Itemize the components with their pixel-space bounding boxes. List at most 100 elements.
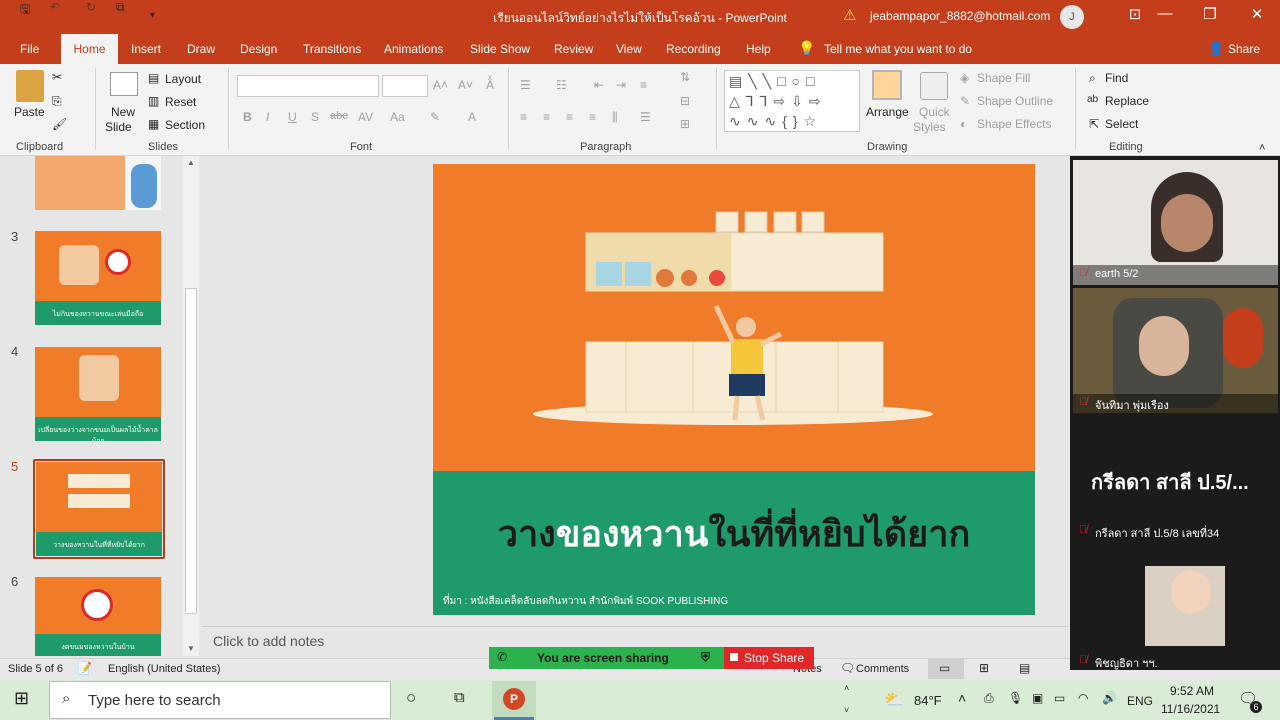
tab-insert[interactable]: Insert bbox=[131, 42, 161, 56]
temperature-text[interactable]: 84°F bbox=[914, 693, 942, 708]
battery-icon[interactable]: ▭ bbox=[1054, 691, 1065, 705]
reading-view-icon[interactable]: ▤ bbox=[1019, 661, 1030, 675]
decrease-indent-icon[interactable]: ⇤ bbox=[594, 78, 604, 92]
decrease-font-icon[interactable]: A˅ bbox=[458, 78, 473, 92]
align-center-icon[interactable]: ≡ bbox=[543, 110, 550, 124]
scroll-up-icon[interactable]: ˄ bbox=[844, 683, 849, 693]
video-tile-4[interactable]: 🎙̸ พิชญธิดา ฯฯ. bbox=[1073, 544, 1278, 670]
new-slide-label[interactable]: New bbox=[111, 105, 135, 119]
spelling-icon[interactable]: 📝 bbox=[77, 661, 92, 675]
quick-styles-icon[interactable] bbox=[920, 72, 948, 100]
tab-transitions[interactable]: Transitions bbox=[303, 42, 361, 56]
share-button[interactable]: Share bbox=[1228, 42, 1260, 56]
cortana-icon[interactable]: ○ bbox=[406, 688, 416, 708]
strikethrough-icon[interactable]: abc bbox=[330, 110, 348, 122]
shape-outline-button[interactable]: Shape Outline bbox=[977, 94, 1053, 108]
shapes-gallery[interactable]: ▤╲╲□○□ △⅂⅂⇨⇩⇨ ∿∿∿{}☆ bbox=[724, 70, 860, 132]
text-direction-icon[interactable]: ⇅ bbox=[680, 70, 690, 84]
justify-icon[interactable]: ≡ bbox=[589, 110, 596, 124]
ribbon-display-icon[interactable]: ⊡ bbox=[1120, 5, 1150, 23]
font-size-combo[interactable] bbox=[382, 75, 428, 97]
windows-start-icon[interactable]: ⊞ bbox=[14, 688, 29, 709]
tab-slide-show[interactable]: Slide Show bbox=[470, 42, 530, 56]
task-view-icon[interactable]: ⧉ bbox=[454, 689, 465, 706]
italic-icon[interactable]: I bbox=[266, 110, 269, 124]
tab-home[interactable]: Home bbox=[61, 34, 118, 64]
arrange-icon[interactable] bbox=[872, 70, 902, 100]
clock-date[interactable]: 11/16/2021 bbox=[1161, 702, 1220, 716]
scroll-up-icon[interactable]: ▲ bbox=[187, 158, 195, 167]
show-hidden-icons[interactable]: ˄ bbox=[958, 690, 966, 706]
input-language[interactable]: ENG bbox=[1127, 694, 1153, 708]
increase-indent-icon[interactable]: ⇥ bbox=[616, 78, 626, 92]
format-painter-icon[interactable]: 🖌 bbox=[52, 117, 67, 131]
layout-button[interactable]: Layout bbox=[165, 72, 201, 86]
shape-fill-button[interactable]: Shape Fill bbox=[977, 71, 1030, 85]
close-icon[interactable]: ✕ bbox=[1242, 5, 1272, 23]
scroll-down-icon[interactable]: ▼ bbox=[187, 644, 195, 653]
copy-icon[interactable]: ⎘ bbox=[52, 94, 62, 109]
font-family-combo[interactable] bbox=[237, 75, 379, 97]
tab-file[interactable]: File bbox=[20, 42, 39, 56]
volume-icon[interactable]: 🔊 bbox=[1102, 691, 1117, 705]
tab-design[interactable]: Design bbox=[240, 42, 277, 56]
char-spacing-icon[interactable]: AV bbox=[358, 110, 373, 124]
font-color-icon[interactable]: A bbox=[468, 110, 476, 124]
replace-button[interactable]: Replace bbox=[1105, 94, 1149, 108]
shape-effects-button[interactable]: Shape Effects bbox=[977, 117, 1052, 131]
slide-title[interactable]: วางของหวานในที่ที่หยิบได้ยาก bbox=[433, 505, 1035, 562]
weather-icon[interactable]: ⛅ bbox=[884, 690, 904, 710]
align-left-icon[interactable]: ≡ bbox=[520, 110, 527, 124]
stop-share-button[interactable]: Stop Share bbox=[724, 647, 814, 669]
new-slide-label-2[interactable]: Slide bbox=[105, 120, 132, 134]
tell-me-search[interactable]: Tell me what you want to do bbox=[824, 42, 972, 56]
arrange-button[interactable]: Arrange bbox=[866, 105, 909, 119]
scrollbar-thumb[interactable] bbox=[185, 288, 197, 614]
line-spacing-icon[interactable]: ≡ bbox=[640, 78, 647, 92]
bold-icon[interactable]: B bbox=[243, 110, 252, 124]
avatar[interactable]: J bbox=[1060, 5, 1084, 29]
clear-formatting-icon[interactable]: Aͯ bbox=[486, 78, 494, 92]
slide-thumbnail-5[interactable]: วางของหวานในที่ที่หยิบได้ยาก bbox=[36, 462, 162, 556]
language-status[interactable]: English (United States) bbox=[108, 663, 221, 675]
tab-review[interactable]: Review bbox=[554, 42, 593, 56]
reset-button[interactable]: Reset bbox=[165, 95, 196, 109]
new-slide-icon[interactable] bbox=[110, 72, 138, 96]
minimize-icon[interactable]: — bbox=[1150, 5, 1180, 22]
tab-help[interactable]: Help bbox=[746, 42, 771, 56]
find-button[interactable]: Find bbox=[1105, 71, 1128, 85]
paste-button[interactable]: Paste bbox=[14, 105, 45, 119]
video-tile-1[interactable]: 🎙̸ earth 5/2 bbox=[1073, 160, 1278, 285]
notes-placeholder[interactable]: Click to add notes bbox=[213, 633, 324, 649]
quick-styles-label-2[interactable]: Styles bbox=[913, 120, 946, 134]
paragraph-more-icon[interactable]: ☰ bbox=[640, 110, 651, 124]
align-right-icon[interactable]: ≡ bbox=[566, 110, 573, 124]
slide-thumbnail-3[interactable]: ไม่กินของหวานขณะเล่นมือถือ bbox=[35, 231, 161, 325]
cut-icon[interactable]: ✂ bbox=[52, 70, 62, 84]
account-email[interactable]: jeabampapor_8882@hotmail.com bbox=[870, 9, 1050, 23]
video-tile-2[interactable]: 🎙̸ จันทิมา พุ่มเรือง bbox=[1073, 288, 1278, 413]
align-text-icon[interactable]: ⊟ bbox=[680, 94, 690, 108]
clock-time[interactable]: 9:52 AM bbox=[1170, 684, 1214, 698]
bullets-icon[interactable]: ☰ bbox=[520, 78, 531, 92]
tab-recording[interactable]: Recording bbox=[666, 42, 721, 56]
warning-icon[interactable]: ⚠ bbox=[843, 6, 856, 24]
quick-styles-label[interactable]: Quick bbox=[919, 105, 950, 119]
scroll-down-icon[interactable]: ˅ bbox=[844, 705, 849, 715]
select-button[interactable]: Select bbox=[1105, 117, 1138, 131]
increase-font-icon[interactable]: A˄ bbox=[433, 78, 448, 92]
collapse-ribbon-icon[interactable]: ˄ bbox=[1259, 142, 1265, 154]
comments-toggle[interactable]: Comments bbox=[856, 663, 909, 675]
slide-thumbnail-4[interactable]: เปลี่ยนของว่างจากขนมเป็นผลไม้น้ำตาลน้อย bbox=[35, 347, 161, 441]
numbering-icon[interactable]: ☷ bbox=[556, 78, 567, 92]
paste-icon[interactable] bbox=[16, 70, 44, 102]
notes-icon[interactable]: ▣ bbox=[1032, 691, 1043, 705]
network-app-icon[interactable]: ⎙ bbox=[984, 691, 994, 706]
search-placeholder[interactable]: Type here to search bbox=[88, 692, 221, 709]
tab-animations[interactable]: Animations bbox=[384, 42, 443, 56]
section-button[interactable]: Section bbox=[165, 118, 205, 132]
slide-sorter-icon[interactable]: ⊞ bbox=[979, 661, 989, 675]
shadow-icon[interactable]: S bbox=[311, 110, 319, 124]
slide-source-text[interactable]: ที่มา : หนังสือเคล็ดลับลดกินหวาน สำนักพิ… bbox=[443, 594, 728, 609]
microphone-icon[interactable]: 🎙 bbox=[1008, 691, 1023, 705]
